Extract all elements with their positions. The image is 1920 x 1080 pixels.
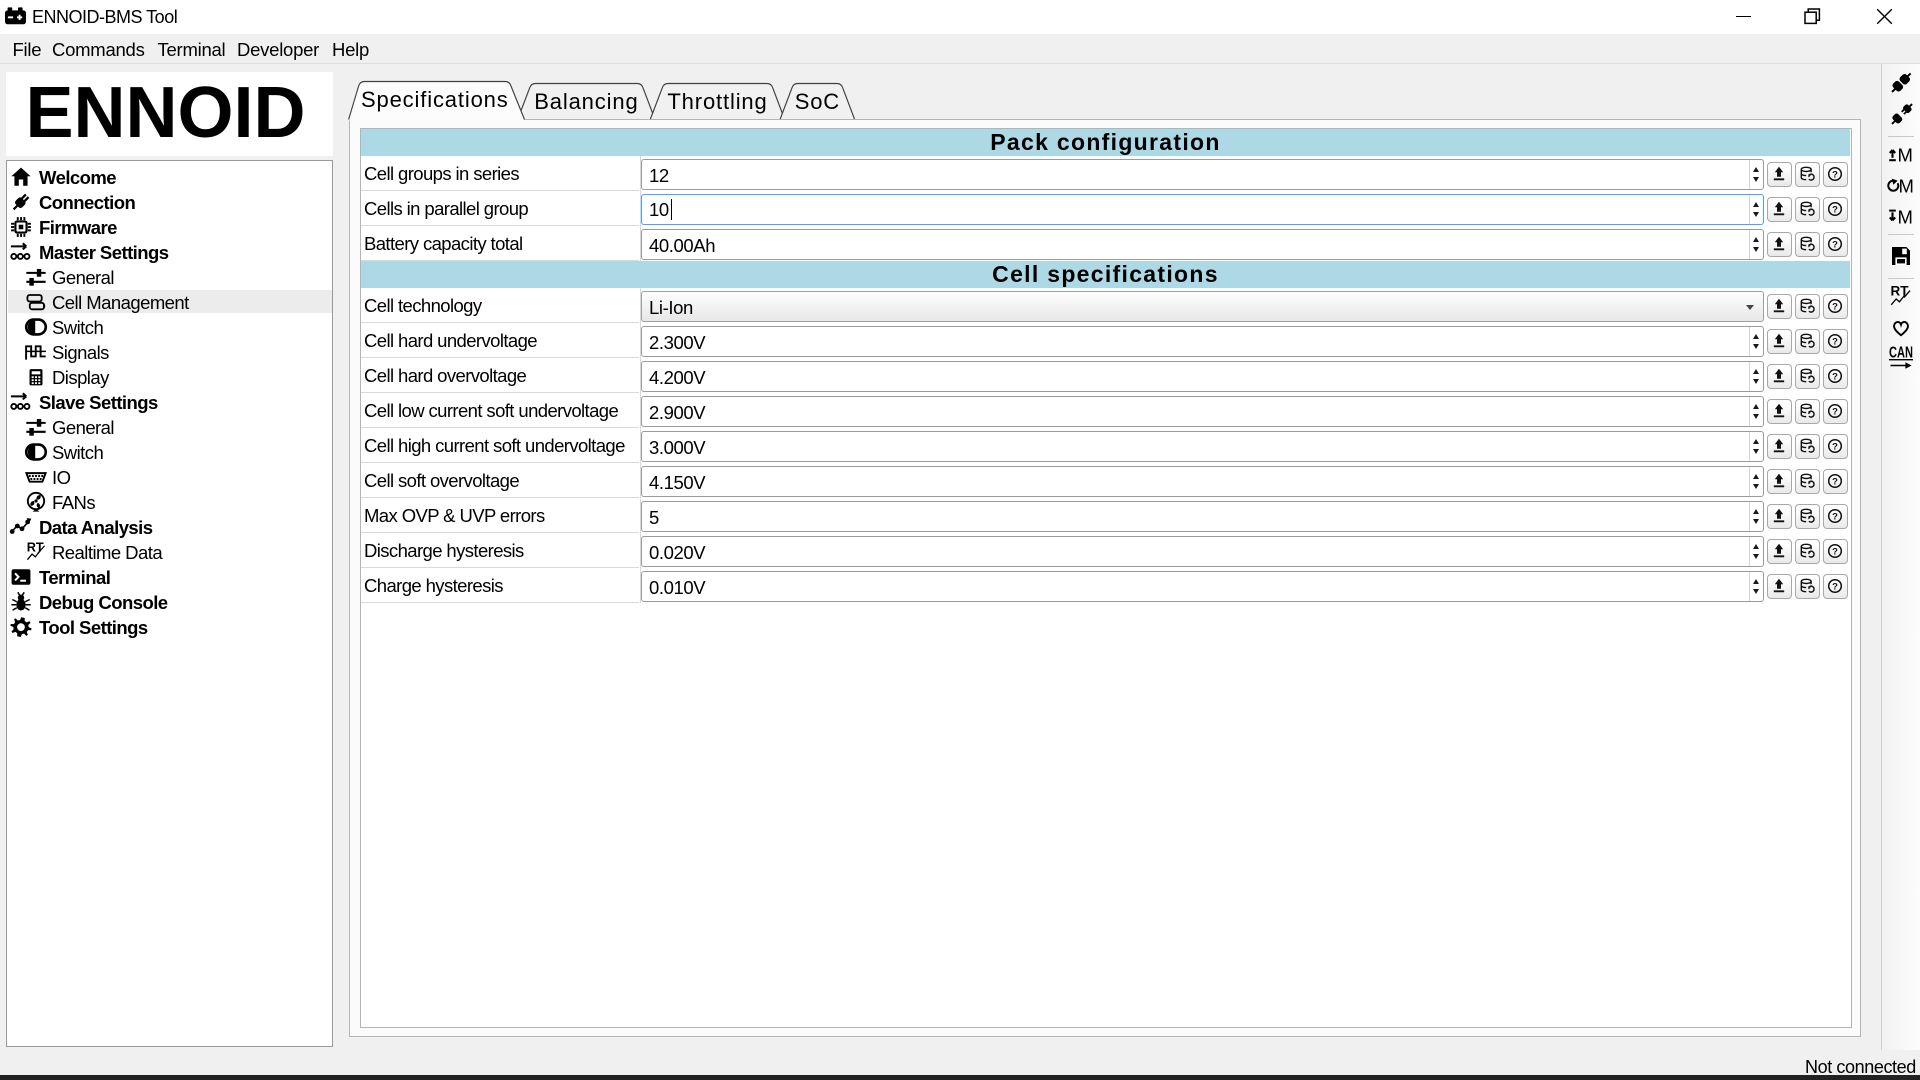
svg-text:RT: RT bbox=[1891, 284, 1910, 299]
svg-text:?: ? bbox=[1832, 407, 1838, 418]
svg-text:?: ? bbox=[1832, 372, 1838, 383]
svg-text:?: ? bbox=[1832, 170, 1838, 181]
svg-text:?: ? bbox=[1832, 302, 1838, 313]
svg-text:?: ? bbox=[1832, 337, 1838, 348]
svg-text:?: ? bbox=[1832, 512, 1838, 523]
svg-text:CAN: CAN bbox=[1889, 345, 1913, 362]
svg-text:M: M bbox=[1898, 207, 1913, 228]
svg-text:M: M bbox=[1898, 145, 1913, 166]
svg-text:?: ? bbox=[1832, 205, 1838, 216]
svg-text:?: ? bbox=[1832, 547, 1838, 558]
svg-text:?: ? bbox=[1832, 477, 1838, 488]
svg-text:?: ? bbox=[1832, 240, 1838, 251]
svg-text:?: ? bbox=[1832, 442, 1838, 453]
svg-text:M: M bbox=[1899, 176, 1914, 197]
svg-text:RT: RT bbox=[26, 539, 43, 554]
svg-text:?: ? bbox=[1832, 582, 1838, 593]
